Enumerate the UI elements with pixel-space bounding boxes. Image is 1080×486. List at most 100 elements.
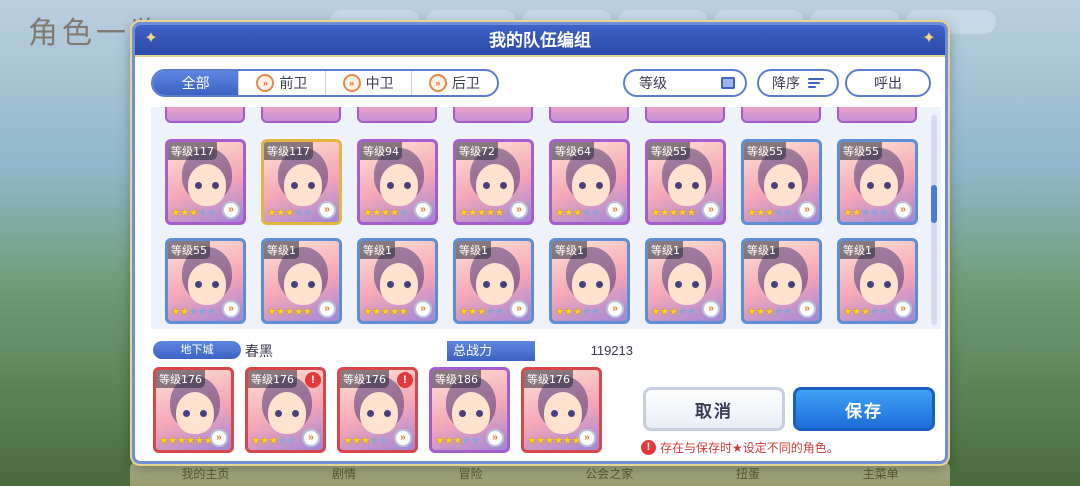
- character-card-partial[interactable]: [837, 107, 917, 123]
- tab-vanguard[interactable]: » 前卫: [238, 71, 324, 95]
- character-card-partial[interactable]: [741, 107, 821, 123]
- warning-badge-icon: !: [305, 372, 321, 388]
- warning-badge-icon: !: [397, 372, 413, 388]
- bottom-nav-item: 扭蛋: [735, 467, 760, 481]
- character-card[interactable]: 等级55 ★★★★★ »: [165, 238, 246, 324]
- tab-rearguard[interactable]: » 后卫: [410, 71, 497, 95]
- star-rating: ★★★★★★: [159, 435, 213, 447]
- character-eyes: [579, 182, 603, 189]
- character-eyes: [195, 281, 219, 288]
- character-eyes: [483, 281, 507, 288]
- bottom-nav-item: 公会之家: [585, 467, 634, 481]
- scrollbar-thumb[interactable]: [931, 185, 937, 223]
- role-chevron-icon: »: [510, 201, 528, 219]
- level-label: 等级55: [744, 142, 786, 160]
- tab-label: 全部: [181, 75, 210, 91]
- tab-all[interactable]: 全部: [153, 71, 239, 95]
- character-card[interactable]: 等级1 ★★★★★ »: [261, 238, 342, 324]
- team-slot-card[interactable]: 等级176 ★★★★★★»: [153, 367, 234, 453]
- tab-midguard[interactable]: » 中卫: [324, 71, 411, 95]
- character-card-partial[interactable]: [453, 107, 533, 123]
- character-card[interactable]: 等级117 ★★★★★ »: [261, 139, 342, 225]
- tab-label: 前卫: [279, 75, 308, 91]
- level-label: 等级1: [840, 241, 875, 259]
- roster-row: 等级55 ★★★★★» 等级1 ★★★★★» 等级1 ★★★★★» 等级1 ★★★★★» 等级1…: [165, 238, 918, 324]
- total-power-label: 总战力: [447, 341, 535, 361]
- character-card-partial[interactable]: [261, 107, 341, 123]
- character-card[interactable]: 等级55 ★★★★★ »: [741, 139, 822, 225]
- role-chevron-icon: »: [342, 74, 361, 92]
- character-card[interactable]: 等级55 ★★★★★ »: [837, 139, 918, 225]
- role-chevron-icon: »: [510, 300, 528, 318]
- role-chevron-icon: »: [414, 201, 432, 219]
- character-eyes: [675, 281, 699, 288]
- role-chevron-icon: »: [318, 201, 336, 219]
- save-button[interactable]: 保存: [793, 387, 935, 431]
- level-label: 等级117: [168, 142, 217, 160]
- role-chevron-icon: »: [428, 74, 447, 92]
- level-label: 等级176: [156, 370, 205, 388]
- character-eyes: [387, 182, 411, 189]
- level-label: 等级117: [264, 142, 313, 160]
- star-rating: ★★★★★: [267, 207, 312, 219]
- total-power-value: 119213: [590, 343, 633, 358]
- sort-order-button[interactable]: 降序: [757, 69, 839, 97]
- star-rating: ★★★★★: [843, 207, 888, 219]
- character-card-partial[interactable]: [165, 107, 245, 123]
- character-card[interactable]: 等级94 ★★★★★ »: [357, 139, 438, 225]
- level-label: 等级1: [744, 241, 779, 259]
- character-eyes: [771, 281, 795, 288]
- star-rating: ★★★★★: [651, 207, 696, 219]
- character-eyes: [867, 182, 891, 189]
- team-edit-dialog: 我的队伍编组 ✦ ✦ 全部 » 前卫 » 中卫 » 后卫 等级 降序 呼出 等级…: [132, 22, 948, 464]
- character-eyes: [367, 410, 391, 417]
- corner-ornament-icon: ✦: [144, 30, 158, 47]
- roster-scrollbar[interactable]: [931, 115, 937, 325]
- call-out-label: 呼出: [874, 75, 902, 91]
- sort-level-label: 等级: [639, 75, 667, 91]
- character-card-partial[interactable]: [645, 107, 725, 123]
- team-slot-card[interactable]: 等级176 ★★★★★★»: [521, 367, 602, 453]
- roster-row: 等级117 ★★★★★ » 等级117 ★★★★★ » 等级94 ★★★★★ » 等级72 ★★★★…: [165, 139, 918, 225]
- character-eyes: [675, 182, 699, 189]
- character-card[interactable]: 等级1 ★★★★★ »: [645, 238, 726, 324]
- dialog-title: 我的队伍编组: [489, 31, 591, 50]
- star-rating: ★★★★★: [251, 435, 296, 447]
- character-card[interactable]: 等级64 ★★★★★ »: [549, 139, 630, 225]
- character-card[interactable]: 等级117 ★★★★★ »: [165, 139, 246, 225]
- character-card[interactable]: 等级1 ★★★★★ »: [837, 238, 918, 324]
- character-card[interactable]: 等级55 ★★★★★ »: [645, 139, 726, 225]
- level-label: 等级176: [524, 370, 573, 388]
- sort-by-level-button[interactable]: 等级: [623, 69, 747, 97]
- star-rating: ★★★★★: [435, 435, 480, 447]
- role-chevron-icon: »: [210, 429, 228, 447]
- team-slot-card[interactable]: 等级176 ★★★★★ »!: [337, 367, 418, 453]
- bottom-nav-item: 主菜单: [862, 467, 899, 481]
- role-chevron-icon: »: [702, 201, 720, 219]
- team-slot-card[interactable]: 等级186 ★★★★★ »: [429, 367, 510, 453]
- character-card[interactable]: 等级72 ★★★★★ »: [453, 139, 534, 225]
- character-card-partial[interactable]: [357, 107, 437, 123]
- character-roster-grid[interactable]: 等级117 ★★★★★ » 等级117 ★★★★★ » 等级94 ★★★★★ » 等级72 ★★★★…: [151, 107, 941, 329]
- bottom-nav: 我的主页 剧情 冒险 公会之家 扭蛋 主菜单: [130, 462, 950, 486]
- team-slots: 等级176 ★★★★★★» 等级176 ★★★★★»! 等级176 ★★★★★»! 等级18…: [153, 367, 602, 453]
- cancel-button[interactable]: 取消: [643, 387, 785, 431]
- role-chevron-icon: »: [318, 300, 336, 318]
- call-out-button[interactable]: 呼出: [845, 69, 931, 97]
- role-chevron-icon: »: [798, 300, 816, 318]
- star-rating: ★★★★★: [555, 207, 600, 219]
- character-card-partial[interactable]: [549, 107, 629, 123]
- character-card[interactable]: 等级1 ★★★★★ »: [741, 238, 822, 324]
- character-card[interactable]: 等级1 ★★★★★ »: [549, 238, 630, 324]
- level-label: 等级55: [168, 241, 210, 259]
- team-slot-card[interactable]: 等级176 ★★★★★ »!: [245, 367, 326, 453]
- character-card[interactable]: 等级1 ★★★★★ »: [453, 238, 534, 324]
- sort-order-label: 降序: [772, 75, 800, 91]
- role-chevron-icon: »: [606, 201, 624, 219]
- character-eyes: [867, 281, 891, 288]
- notice-text: 存在与保存时★设定不同的角色。: [660, 441, 839, 455]
- character-card[interactable]: 等级1 ★★★★★ »: [357, 238, 438, 324]
- role-chevron-icon: »: [578, 429, 596, 447]
- star-rating: ★★★★★: [843, 306, 888, 318]
- tab-label: 后卫: [451, 75, 480, 91]
